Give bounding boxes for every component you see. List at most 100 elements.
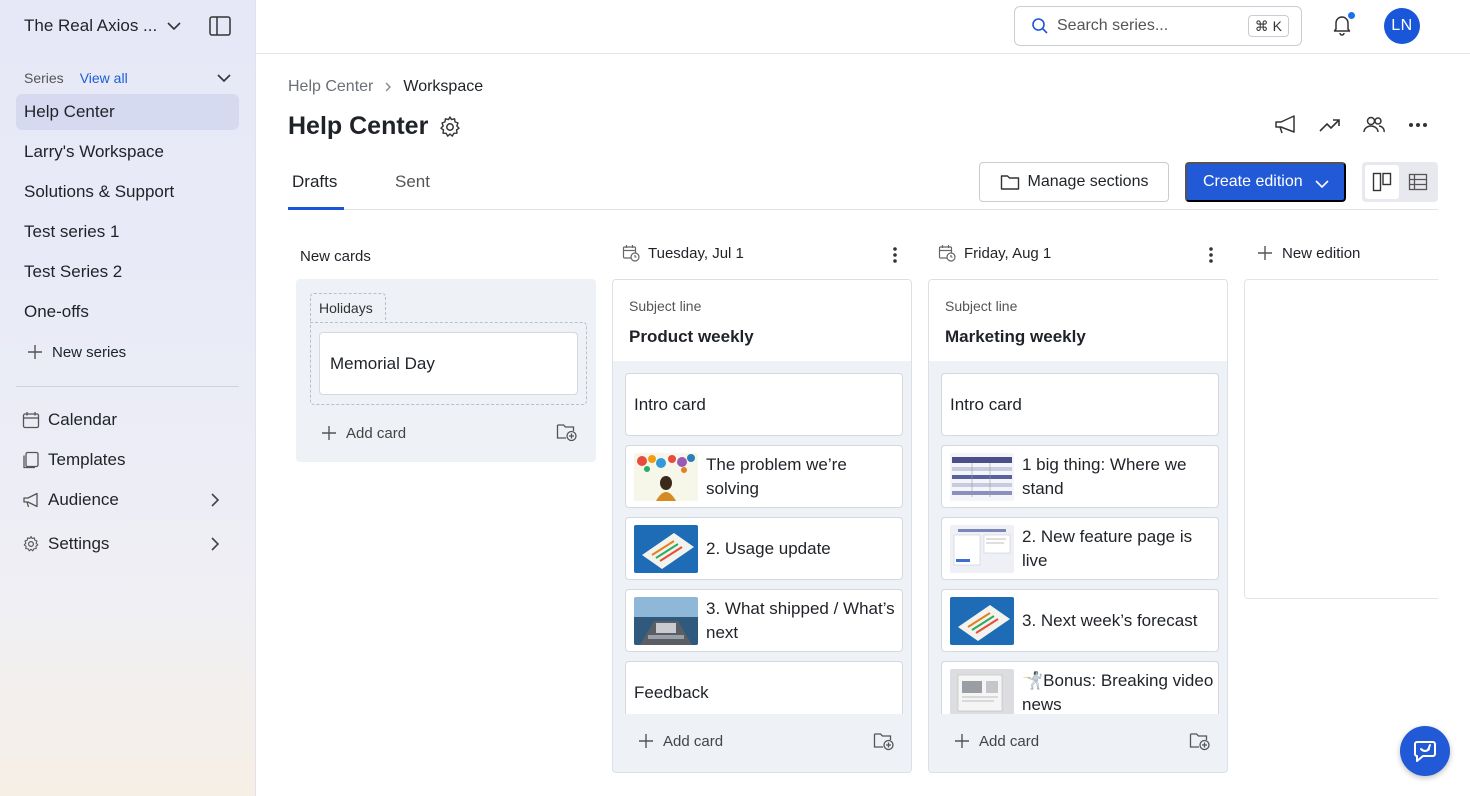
card[interactable]: 1 big thing: Where we stand bbox=[941, 445, 1219, 508]
new-edition-label: New edition bbox=[1282, 244, 1361, 262]
sidebar-item-test-series-2[interactable]: Test Series 2 bbox=[16, 254, 239, 290]
workspace-switcher[interactable]: The Real Axios ... bbox=[24, 14, 234, 38]
users-icon[interactable] bbox=[1362, 114, 1386, 141]
plus-icon bbox=[955, 734, 969, 748]
edition-footer: Add card bbox=[613, 714, 911, 772]
edition-date: Friday, Aug 1 bbox=[964, 244, 1052, 262]
add-card-button[interactable]: Add card bbox=[637, 732, 723, 750]
card[interactable]: 2. New feature page is live bbox=[941, 517, 1219, 580]
subject-line-label: Subject line bbox=[629, 298, 702, 314]
section-label[interactable]: Holidays bbox=[310, 293, 386, 323]
card[interactable]: The problem we’re solving bbox=[625, 445, 903, 508]
edition-date-header: Tuesday, Jul 1 bbox=[622, 244, 744, 262]
sidebar-item-templates[interactable]: Templates bbox=[22, 446, 232, 474]
table-view-icon[interactable] bbox=[1401, 165, 1435, 199]
sidebar-item-audience[interactable]: Audience bbox=[22, 486, 232, 514]
sidebar-toggle-icon[interactable] bbox=[209, 16, 231, 41]
manage-sections-label: Manage sections bbox=[1027, 173, 1149, 190]
subject-line: Marketing weekly bbox=[945, 327, 1086, 346]
workspace-name: The Real Axios ... bbox=[24, 16, 158, 35]
gear-icon bbox=[22, 535, 42, 553]
tab-drafts[interactable]: Drafts bbox=[292, 172, 337, 192]
chat-help-icon bbox=[1414, 741, 1436, 762]
new-edition-placeholder bbox=[1244, 279, 1438, 599]
board-view-icon[interactable] bbox=[1365, 165, 1399, 199]
folder-icon bbox=[1000, 175, 1019, 190]
templates-icon bbox=[22, 451, 42, 469]
chevron-down-icon bbox=[166, 18, 182, 39]
calendar-label: Calendar bbox=[48, 410, 117, 429]
series-label: Series bbox=[24, 70, 64, 86]
new-edition-button[interactable]: New edition bbox=[1256, 244, 1360, 262]
plus-icon bbox=[322, 426, 336, 440]
breadcrumb-help-center[interactable]: Help Center bbox=[288, 78, 373, 96]
sidebar-item-calendar[interactable]: Calendar bbox=[22, 406, 232, 434]
add-card-button[interactable]: Add card bbox=[953, 732, 1039, 750]
card-title: 2. New feature page is live bbox=[1022, 526, 1193, 570]
megaphone-icon[interactable] bbox=[1274, 114, 1298, 141]
help-chat-button[interactable] bbox=[1400, 726, 1450, 776]
card-title: Intro card bbox=[950, 394, 1022, 414]
tab-sent[interactable]: Sent bbox=[395, 172, 430, 192]
add-card-label: Add card bbox=[346, 424, 407, 442]
audience-label: Audience bbox=[48, 490, 119, 509]
card-thumbnail bbox=[634, 452, 698, 501]
calendar-icon bbox=[22, 411, 42, 429]
trending-up-icon[interactable] bbox=[1318, 114, 1342, 141]
card-title: 1 big thing: Where we stand bbox=[1022, 454, 1187, 498]
card-title: 3. What shipped / What’s next bbox=[706, 598, 895, 642]
new-series-button[interactable]: New series bbox=[26, 343, 126, 361]
add-folder-icon[interactable] bbox=[556, 422, 578, 447]
add-card-button[interactable]: Add card bbox=[320, 424, 406, 442]
templates-label: Templates bbox=[48, 450, 126, 469]
chevron-right-icon bbox=[208, 536, 222, 557]
sidebar-item-help-center[interactable]: Help Center bbox=[16, 94, 239, 130]
edition-date-header: Friday, Aug 1 bbox=[938, 244, 1051, 262]
chevron-right-icon bbox=[208, 492, 222, 513]
card[interactable]: 3. Next week’s forecast bbox=[941, 589, 1219, 652]
chevron-right-icon bbox=[383, 81, 393, 93]
plus-icon bbox=[28, 345, 42, 359]
sidebar-item-one-offs[interactable]: One-offs bbox=[16, 294, 239, 330]
active-tab-indicator bbox=[288, 207, 344, 210]
avatar[interactable]: LN bbox=[1384, 8, 1420, 44]
card-thumbnail bbox=[950, 596, 1014, 645]
plus-icon bbox=[639, 734, 653, 748]
sidebar-item-solutions-support[interactable]: Solutions & Support bbox=[16, 174, 239, 210]
add-folder-icon[interactable] bbox=[1189, 731, 1211, 756]
card[interactable]: Memorial Day bbox=[319, 332, 578, 395]
card-thumbnail bbox=[950, 524, 1014, 573]
more-vertical-icon[interactable] bbox=[890, 246, 900, 269]
sidebar-item-larrys-workspace[interactable]: Larry's Workspace bbox=[16, 134, 239, 170]
more-horizontal-icon[interactable] bbox=[1408, 118, 1428, 137]
card[interactable]: Intro card bbox=[625, 373, 903, 436]
settings-label: Settings bbox=[48, 534, 110, 553]
edition-subject-area[interactable]: Subject line Product weekly bbox=[613, 280, 911, 361]
megaphone-icon bbox=[22, 491, 42, 509]
search-icon bbox=[1032, 18, 1048, 34]
more-vertical-icon[interactable] bbox=[1206, 246, 1216, 269]
sidebar-item-test-series-1[interactable]: Test series 1 bbox=[16, 214, 239, 250]
manage-sections-button[interactable]: Manage sections bbox=[979, 162, 1169, 202]
edition-subject-area[interactable]: Subject line Marketing weekly bbox=[929, 280, 1227, 361]
card-thumbnail bbox=[634, 596, 698, 645]
gear-icon[interactable] bbox=[438, 115, 462, 144]
search-input[interactable]: Search series... ⌘ K bbox=[1014, 6, 1302, 46]
card[interactable]: 3. What shipped / What’s next bbox=[625, 589, 903, 652]
sidebar-item-settings[interactable]: Settings bbox=[22, 530, 232, 558]
card-title: Feedback bbox=[634, 682, 709, 702]
card[interactable]: Intro card bbox=[941, 373, 1219, 436]
view-all-link[interactable]: View all bbox=[80, 70, 128, 86]
page-title: Help Center bbox=[288, 112, 429, 140]
sidebar-divider bbox=[16, 386, 239, 387]
edition-footer: Add card bbox=[929, 714, 1227, 772]
calendar-clock-icon bbox=[938, 245, 956, 262]
chevron-down-icon[interactable] bbox=[216, 70, 232, 89]
add-folder-icon[interactable] bbox=[873, 731, 895, 756]
card[interactable]: 2. Usage update bbox=[625, 517, 903, 580]
plus-icon bbox=[1258, 246, 1272, 260]
series-header: Series View all bbox=[24, 68, 234, 88]
create-edition-button[interactable]: Create edition bbox=[1185, 162, 1346, 202]
topbar: Search series... ⌘ K LN bbox=[256, 0, 1470, 54]
new-cards-column: Holidays Memorial Day Add card bbox=[296, 279, 596, 462]
